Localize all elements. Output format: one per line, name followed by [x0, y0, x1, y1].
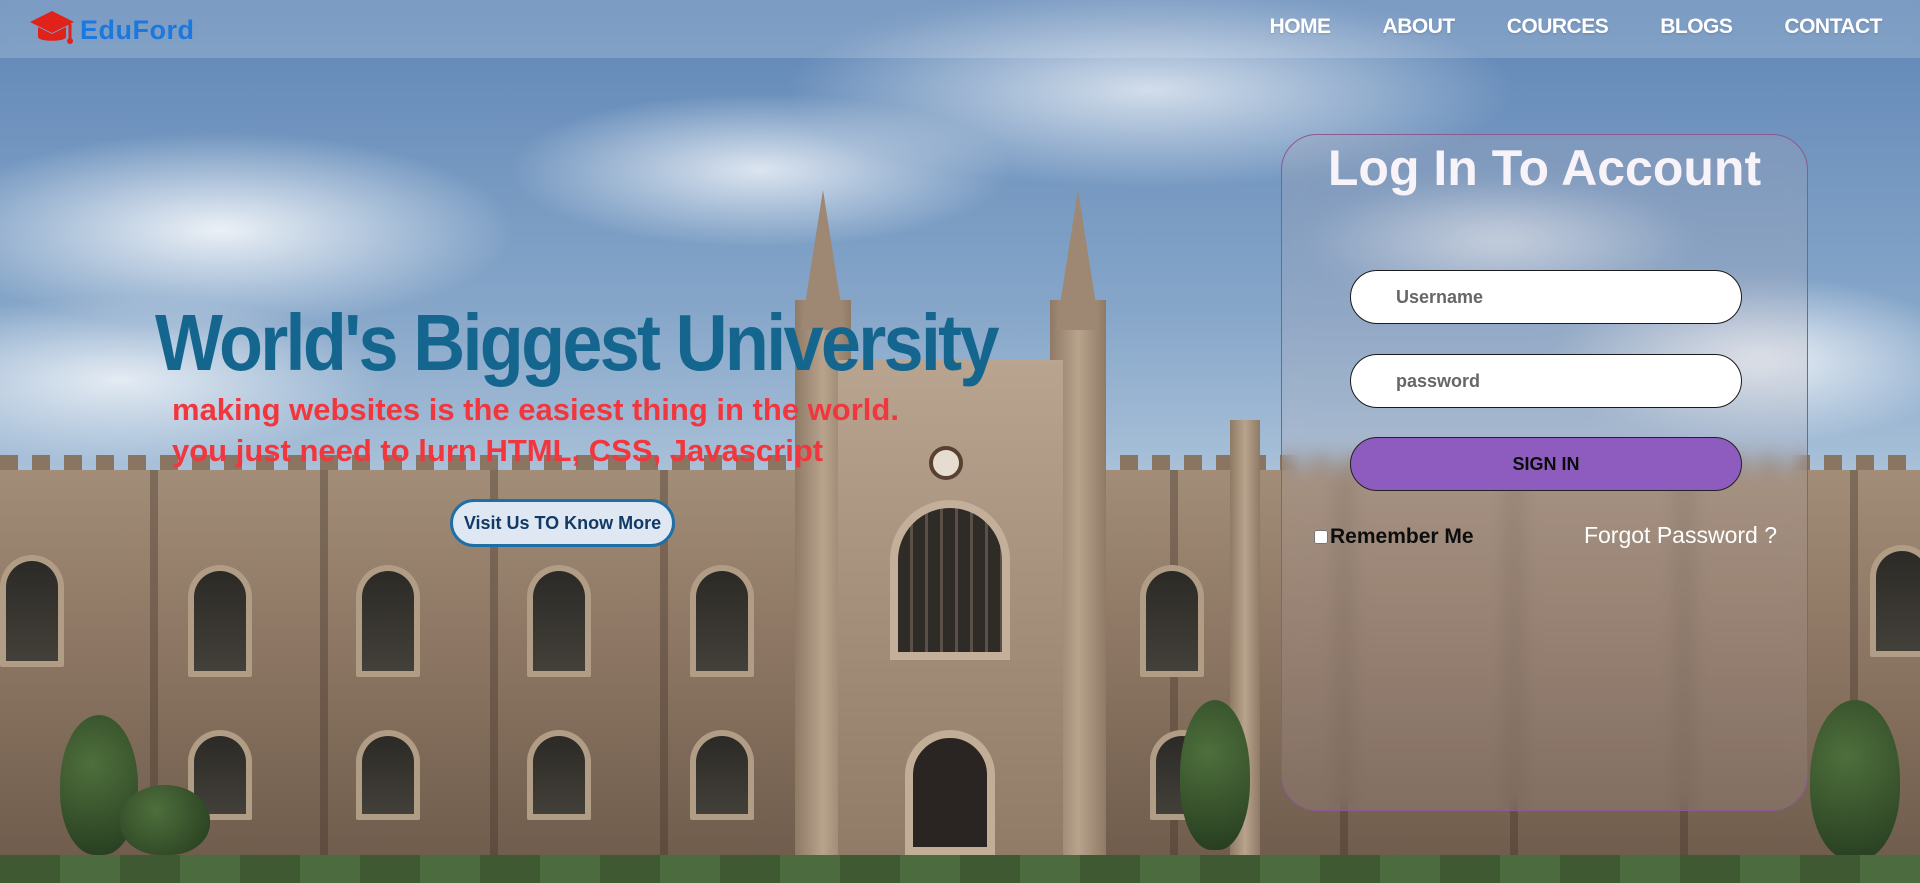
hero-subtitle: making websites is the easiest thing in … [172, 389, 899, 471]
building-great-window [890, 500, 1010, 660]
password-input[interactable] [1350, 354, 1742, 408]
building-window [356, 730, 420, 820]
hero-subtitle-line: making websites is the easiest thing in … [172, 392, 899, 427]
building-window [690, 565, 754, 677]
building-window [188, 565, 252, 677]
login-title: Log In To Account [1327, 140, 1762, 196]
sign-in-button[interactable]: SIGN IN [1350, 437, 1742, 491]
building-window [0, 555, 64, 667]
remember-me-label: Remember Me [1330, 525, 1474, 548]
building-door [905, 730, 995, 855]
building-window [690, 730, 754, 820]
nav-blogs[interactable]: BLOGS [1660, 15, 1733, 39]
building-spire [1056, 190, 1100, 330]
brand-name: EduFord [80, 14, 195, 45]
top-navbar: EduFord HOME ABOUT COURCES BLOGS CONTACT [0, 0, 1920, 58]
building-window [1140, 565, 1204, 677]
visit-us-button[interactable]: Visit Us TO Know More [450, 499, 675, 547]
brand-logo[interactable]: EduFord [28, 9, 194, 51]
clock-icon [929, 446, 963, 480]
nav-home[interactable]: HOME [1270, 15, 1332, 39]
username-input[interactable] [1350, 270, 1742, 324]
main-nav: HOME ABOUT COURCES BLOGS CONTACT [1218, 15, 1883, 39]
login-panel: Log In To Account SIGN IN Remember Me Fo… [1281, 134, 1808, 811]
hero-subtitle-line: you just need to lurn HTML, CSS, Javascr… [172, 433, 824, 468]
building-window [1870, 545, 1920, 657]
lawn [0, 855, 1920, 883]
remember-me[interactable]: Remember Me [1314, 525, 1474, 549]
nav-courses[interactable]: COURCES [1507, 15, 1609, 39]
bush [120, 785, 210, 855]
remember-me-checkbox[interactable] [1314, 530, 1328, 544]
tree [1810, 700, 1900, 860]
building-window [356, 565, 420, 677]
building-window [527, 565, 591, 677]
forgot-password-link[interactable]: Forgot Password ? [1584, 522, 1777, 549]
ivy [1180, 700, 1250, 850]
hero-title: World's Biggest University [155, 298, 999, 387]
nav-about[interactable]: ABOUT [1383, 15, 1456, 39]
nav-contact[interactable]: CONTACT [1784, 15, 1882, 39]
building-window [527, 730, 591, 820]
graduation-cap-icon [30, 11, 74, 44]
